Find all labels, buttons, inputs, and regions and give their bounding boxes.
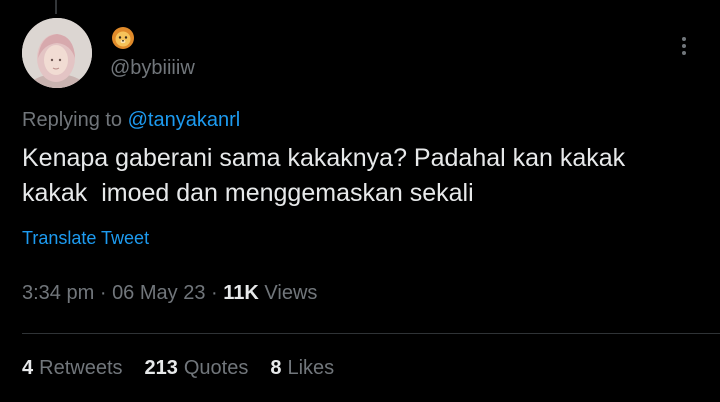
- tweet-time[interactable]: 3:34 pm: [22, 282, 94, 304]
- retweets-count: 4: [22, 357, 34, 379]
- avatar-image: [22, 18, 92, 88]
- more-dot: [682, 44, 686, 48]
- more-dot: [682, 51, 686, 55]
- retweets-label: Retweets: [39, 357, 123, 379]
- views-count: 11K: [223, 282, 259, 304]
- tweet-date[interactable]: 06 May 23: [112, 282, 205, 304]
- quotes-stat[interactable]: 213 Quotes: [145, 355, 249, 381]
- meta-separator: ·: [211, 282, 218, 304]
- likes-count: 8: [270, 357, 282, 379]
- divider: [22, 333, 720, 334]
- quotes-count: 213: [144, 357, 178, 379]
- tweet-text: Kenapa gaberani sama kakaknya? Padahal k…: [22, 144, 626, 207]
- translate-tweet-link[interactable]: Translate Tweet: [22, 226, 149, 250]
- quotes-label: Quotes: [183, 357, 249, 379]
- author-handle[interactable]: @bybiiiiw: [110, 56, 195, 80]
- more-dot: [682, 37, 686, 41]
- meta-separator: ·: [99, 282, 107, 304]
- lion-face-icon: [110, 26, 136, 50]
- thread-connector-line: [55, 0, 57, 14]
- likes-label: Likes: [287, 357, 335, 379]
- tweet-metadata: 3:34 pm · 06 May 23 · 11K Views: [22, 280, 317, 306]
- replying-to: Replying to @tanyakanrl: [22, 107, 240, 133]
- more-options-icon[interactable]: [676, 34, 692, 60]
- avatar[interactable]: [22, 18, 92, 88]
- views-label: Views: [264, 282, 318, 304]
- replying-to-label: Replying to: [22, 109, 123, 131]
- likes-stat[interactable]: 8 Likes: [270, 355, 334, 381]
- retweets-stat[interactable]: 4 Retweets: [22, 355, 123, 381]
- reply-mention-link[interactable]: @tanyakanrl: [128, 109, 241, 131]
- engagement-stats: 4 Retweets 213 Quotes 8 Likes: [22, 355, 356, 381]
